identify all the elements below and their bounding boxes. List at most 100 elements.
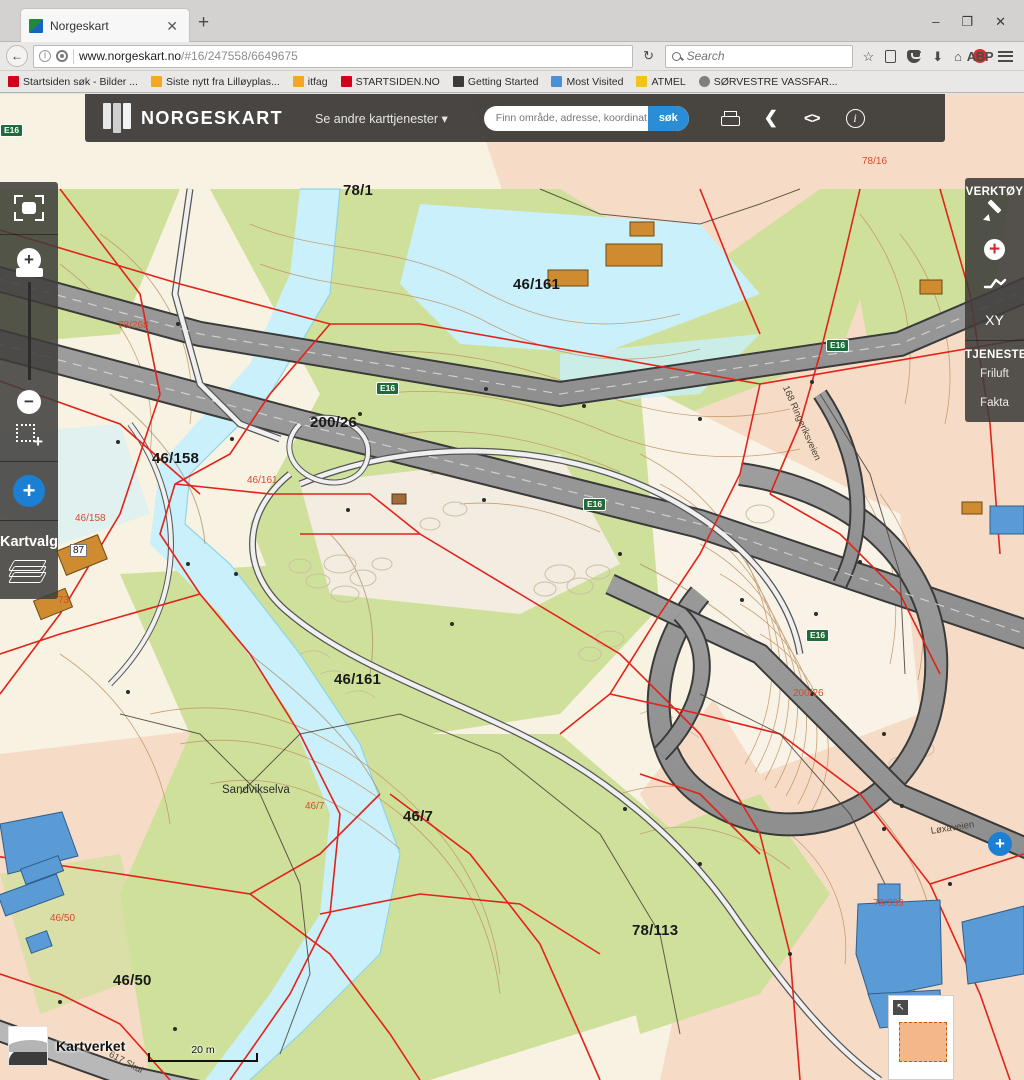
map-attribution: Kartverket [8, 1026, 125, 1066]
tracking-protection-icon[interactable] [56, 50, 68, 62]
bookmark-item[interactable]: Getting Started [452, 75, 539, 88]
zoom-section: + − + [0, 235, 58, 462]
share-icon[interactable]: ❮ [764, 108, 778, 128]
map-search-input[interactable] [483, 112, 648, 124]
zoom-out-button[interactable]: − [17, 390, 41, 414]
bookmark-icon [452, 76, 464, 87]
bookmark-item[interactable]: Most Visited [551, 76, 623, 88]
tools-header: VERKTØY [965, 186, 1024, 198]
map-add-marker-icon[interactable]: + [988, 832, 1012, 856]
map-logo-icon [103, 103, 131, 133]
map-search-box[interactable]: søk [483, 105, 689, 131]
reader-view-icon[interactable] [885, 49, 897, 63]
map-canvas [0, 94, 1024, 1080]
road-shield-e16: E16 [826, 339, 850, 352]
coordinates-tool-button[interactable]: XY [985, 312, 1004, 328]
parcel-label: 46/158 [152, 450, 200, 467]
minimap-extent-box[interactable] [899, 1022, 947, 1062]
adblock-plus-icon[interactable]: ABP [967, 49, 994, 63]
road-shield-e16: E16 [376, 382, 400, 395]
bookmark-item[interactable]: itfag [292, 76, 328, 88]
reload-icon[interactable]: ↻ [638, 48, 660, 64]
select-area-icon[interactable]: + [16, 424, 43, 450]
map-viewport[interactable]: 78/1 46/161 200/26 46/158 46/161 46/7 78… [0, 94, 1024, 1080]
parcel-small-label: 200/26 [793, 688, 824, 699]
tab-title: Norgeskart [50, 18, 109, 33]
urlbar-divider [73, 48, 74, 64]
other-map-services-menu[interactable]: Se andre karttjenester ▾ [303, 111, 448, 126]
bookmark-icon [340, 76, 352, 87]
road-shield-e16: E16 [0, 124, 24, 137]
bookmark-label: Getting Started [467, 75, 539, 88]
pocket-icon[interactable] [907, 49, 922, 63]
kartvalg-section[interactable]: Kartvalg [0, 521, 58, 599]
service-friluft-button[interactable]: Friluft [980, 365, 1009, 383]
draw-pencil-icon[interactable] [985, 202, 1005, 222]
menu-icon[interactable] [998, 50, 1013, 62]
tab-close-icon[interactable]: ✕ [163, 19, 181, 33]
browser-navbar: ← i www.norgeskart.no/#16/247558/6649675… [0, 42, 1024, 71]
map-search-button[interactable]: søk [647, 105, 689, 131]
home-icon[interactable]: ⌂ [954, 50, 962, 63]
bookmark-item[interactable]: SØRVESTRE VASSFAR... [698, 75, 838, 88]
other-map-services-label: Se andre karttjenester [315, 111, 439, 126]
address-bar[interactable]: i www.norgeskart.no/#16/247558/6649675 [33, 44, 633, 68]
url-domain: www.norgeskart.no [79, 49, 182, 63]
bookmark-label: Startsiden søk - Bilder ... [23, 75, 138, 88]
maximize-button[interactable]: ❐ [961, 15, 973, 28]
downloads-icon[interactable]: ⬇ [932, 50, 943, 63]
navbar-icons: ☆ ⬇ ⌂ ABP [858, 49, 1018, 63]
add-marker-button[interactable]: + [13, 475, 45, 507]
fullscreen-icon[interactable] [14, 195, 44, 221]
bookmark-item[interactable]: ATMEL [636, 76, 686, 88]
bookmark-label: SØRVESTRE VASSFAR... [713, 75, 838, 88]
minimize-button[interactable]: – [932, 15, 939, 28]
browser-search-input[interactable] [686, 49, 846, 63]
bookmark-icon [8, 76, 19, 87]
header-icon-group: ❮ <> i [720, 108, 865, 128]
parcel-label: 78/113 [632, 922, 679, 939]
zoom-slider[interactable] [15, 268, 43, 380]
bookmark-item[interactable]: STARTSIDEN.NO [340, 76, 440, 88]
close-window-button[interactable]: ✕ [995, 15, 1006, 28]
back-button[interactable]: ← [6, 45, 28, 67]
bookmark-item[interactable]: Startsiden søk - Bilder ... [8, 76, 138, 88]
app-logo[interactable]: NORGESKART [85, 103, 303, 133]
tools-section: + XY [965, 202, 1024, 341]
url-path: /#16/247558/6649675 [181, 49, 298, 63]
search-icon [671, 51, 681, 61]
parcel-label: 46/50 [113, 972, 152, 989]
embed-code-icon[interactable]: <> [804, 110, 821, 127]
parcel-label: 46/161 [513, 276, 561, 293]
bookmark-star-icon[interactable]: ☆ [863, 50, 875, 63]
zoom-slider-handle[interactable] [15, 268, 43, 277]
info-icon[interactable]: i [845, 108, 865, 128]
services-section: Friluft Fakta [965, 365, 1024, 422]
browser-search-box[interactable] [664, 44, 853, 68]
layers-icon[interactable] [8, 560, 47, 586]
parcel-label: 78/1 [343, 182, 373, 199]
page-info-icon[interactable]: i [39, 50, 51, 62]
parcel-small-label: 78/333 [873, 898, 904, 909]
add-point-icon[interactable]: + [984, 239, 1005, 260]
app-brand-title: NORGESKART [141, 107, 284, 128]
window-controls: – ❐ ✕ [932, 0, 1016, 42]
elevation-profile-icon[interactable] [983, 277, 1007, 295]
overview-minimap[interactable]: ↖ [888, 995, 954, 1080]
bookmark-item[interactable]: Siste nytt fra Lilløyplas... [150, 76, 280, 88]
browser-tab[interactable]: Norgeskart ✕ [20, 8, 190, 42]
new-tab-button[interactable]: + [198, 13, 209, 32]
chevron-down-icon: ▾ [441, 111, 448, 126]
minimap-collapse-icon[interactable]: ↖ [893, 1000, 908, 1015]
parcel-small-label: 87 [70, 544, 88, 557]
parcel-small-label: 78/268 [118, 320, 149, 331]
scale-bar: 20 m [148, 1044, 258, 1062]
service-fakta-button[interactable]: Fakta [980, 394, 1009, 412]
print-icon[interactable] [720, 110, 740, 126]
tab-favicon-icon [29, 18, 43, 33]
parcel-label: 200/26 [310, 414, 358, 431]
road-shield-e16: E16 [806, 629, 830, 642]
parcel-small-label: 46/161 [247, 475, 278, 486]
bookmark-icon [292, 76, 304, 87]
bookmark-icon [551, 76, 563, 87]
